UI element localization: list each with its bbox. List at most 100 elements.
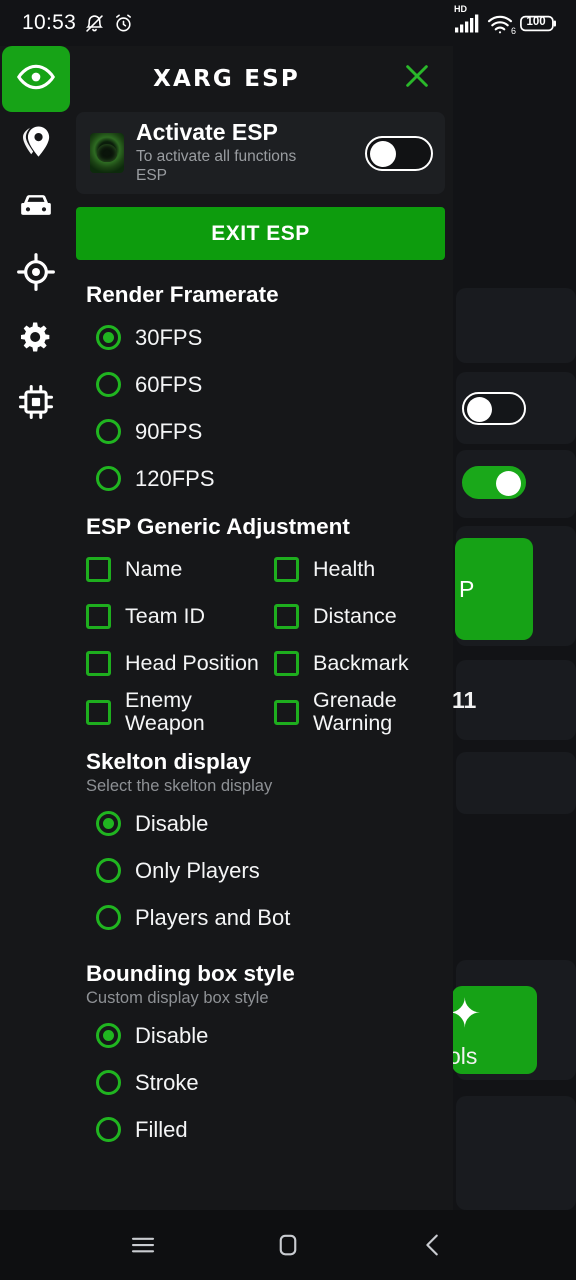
sidebar-rail: [0, 46, 72, 437]
activate-esp-subtitle: To activate all functions ESP: [136, 148, 297, 185]
eye-icon: [16, 57, 56, 102]
radio-box-filled[interactable]: Filled: [76, 1106, 445, 1153]
wifi-generation-label: 6: [510, 25, 516, 36]
radio-label: 90FPS: [135, 418, 203, 444]
activate-esp-toggle[interactable]: [365, 135, 433, 171]
sidebar-item-vehicle[interactable]: [0, 177, 72, 242]
sidebar-item-location[interactable]: [0, 112, 72, 177]
sidebar-item-settings[interactable]: [0, 307, 72, 372]
radio-120fps[interactable]: 120FPS: [76, 455, 445, 502]
radio-indicator: [96, 811, 121, 837]
checkbox-grenade-warning[interactable]: Grenade Warning: [274, 687, 453, 737]
radio-indicator: [96, 1070, 121, 1096]
checkbox-label: Name: [125, 556, 183, 581]
radio-box-disable[interactable]: Disable: [76, 1012, 445, 1059]
hd-label: HD: [454, 3, 467, 14]
checkbox-health[interactable]: Health: [274, 546, 453, 593]
activate-esp-title: Activate ESP: [136, 118, 278, 145]
checkbox-label: Distance: [313, 603, 397, 628]
radio-indicator: [96, 1023, 121, 1049]
bounding-box-heading: Bounding box style: [86, 961, 295, 987]
radio-box-stroke[interactable]: Stroke: [76, 1059, 445, 1106]
radio-label: 60FPS: [135, 371, 203, 397]
radio-indicator: [96, 466, 121, 491]
radio-label: Players and Bot: [135, 904, 291, 930]
status-bar-left: 10:53: [22, 11, 134, 35]
checkbox-name[interactable]: Name: [86, 546, 274, 593]
exit-esp-button[interactable]: EXIT ESP: [76, 207, 445, 260]
radio-60fps[interactable]: 60FPS: [76, 361, 445, 408]
checkbox-indicator: [86, 651, 111, 676]
checkbox-label: Health: [313, 556, 376, 581]
sidebar-item-memory[interactable]: [0, 372, 72, 437]
bg-card: [456, 288, 576, 363]
bg-toggle-off[interactable]: [462, 392, 526, 425]
checkbox-label: Backmark: [313, 650, 409, 675]
radio-90fps[interactable]: 90FPS: [76, 408, 445, 455]
back-icon[interactable]: [403, 1215, 463, 1275]
home-icon[interactable]: [258, 1215, 318, 1275]
esp-content: Activate ESP To activate all functions E…: [76, 112, 453, 1153]
radio-indicator: [96, 858, 121, 884]
close-icon[interactable]: [395, 54, 439, 98]
radio-indicator: [96, 1117, 121, 1143]
car-icon: [16, 187, 56, 232]
checkbox-indicator: [274, 699, 299, 725]
wifi6-icon: 6: [487, 13, 516, 36]
checkbox-indicator: [274, 651, 299, 676]
checkbox-indicator: [86, 557, 111, 582]
radio-label: Only Players: [135, 857, 260, 883]
radio-indicator: [96, 325, 121, 350]
radio-30fps[interactable]: 30FPS: [76, 314, 445, 361]
clock-label: 10:53: [22, 11, 77, 34]
mute-icon: [84, 13, 105, 34]
hd-signal-icon: HD: [454, 4, 480, 34]
radio-indicator: [96, 905, 121, 931]
esp-generic-grid: Name Health Team ID Distance Head Positi…: [86, 546, 445, 737]
checkbox-indicator: [274, 604, 299, 629]
bg-list-text: 11: [452, 687, 477, 713]
bg-toggle-on[interactable]: [462, 466, 526, 499]
esp-generic-heading: ESP Generic Adjustment: [86, 514, 350, 539]
sidebar-item-esp[interactable]: [2, 46, 70, 112]
phone-screen: P 11 ✦ ols 10:53 HD 6 100 XARG ESP Activ…: [0, 0, 576, 1280]
checkbox-label: Grenade Warning: [313, 688, 397, 736]
battery-icon: 100: [520, 13, 558, 34]
bounding-box-subtitle: Custom display box style: [86, 989, 269, 1008]
checkbox-label: Head Position: [125, 650, 259, 675]
chip-icon: [17, 383, 55, 426]
checkbox-label: Team ID: [125, 603, 206, 628]
crosshair-icon: [16, 252, 56, 297]
render-framerate-heading: Render Framerate: [86, 282, 279, 307]
radio-label: Disable: [135, 1022, 209, 1048]
android-nav-bar: [0, 1210, 576, 1280]
checkbox-indicator: [86, 699, 111, 725]
recents-icon[interactable]: [113, 1215, 173, 1275]
radio-skelton-only-players[interactable]: Only Players: [76, 847, 445, 894]
activate-esp-card[interactable]: Activate ESP To activate all functions E…: [76, 112, 445, 194]
radio-skelton-disable[interactable]: Disable: [76, 800, 445, 847]
radio-skelton-players-and-bot[interactable]: Players and Bot: [76, 894, 445, 941]
skelton-display-heading: Skelton display: [86, 749, 252, 775]
checkbox-enemy-weapon[interactable]: Enemy Weapon: [86, 687, 274, 737]
wrench-icon: ✦: [448, 992, 482, 1036]
gear-icon: [16, 317, 56, 362]
checkbox-indicator: [274, 557, 299, 582]
checkbox-head-position[interactable]: Head Position: [86, 640, 274, 687]
checkbox-distance[interactable]: Distance: [274, 593, 453, 640]
status-bar-right: HD 6 100: [454, 4, 558, 36]
app-logo-icon: [90, 133, 124, 173]
status-bar: 10:53 HD 6 100: [0, 0, 576, 46]
bg-green-button[interactable]: P: [455, 538, 533, 640]
bg-green-button-label: P: [459, 575, 475, 602]
sidebar-item-aim[interactable]: [0, 242, 72, 307]
radio-indicator: [96, 372, 121, 397]
checkbox-indicator: [86, 604, 111, 629]
checkbox-backmark[interactable]: Backmark: [274, 640, 453, 687]
battery-level-label: 100: [526, 15, 546, 28]
radio-label: 30FPS: [135, 324, 203, 350]
checkbox-team-id[interactable]: Team ID: [86, 593, 274, 640]
location-pin-icon: [17, 123, 55, 166]
bg-card: [456, 752, 576, 814]
skelton-display-subtitle: Select the skelton display: [86, 777, 273, 796]
